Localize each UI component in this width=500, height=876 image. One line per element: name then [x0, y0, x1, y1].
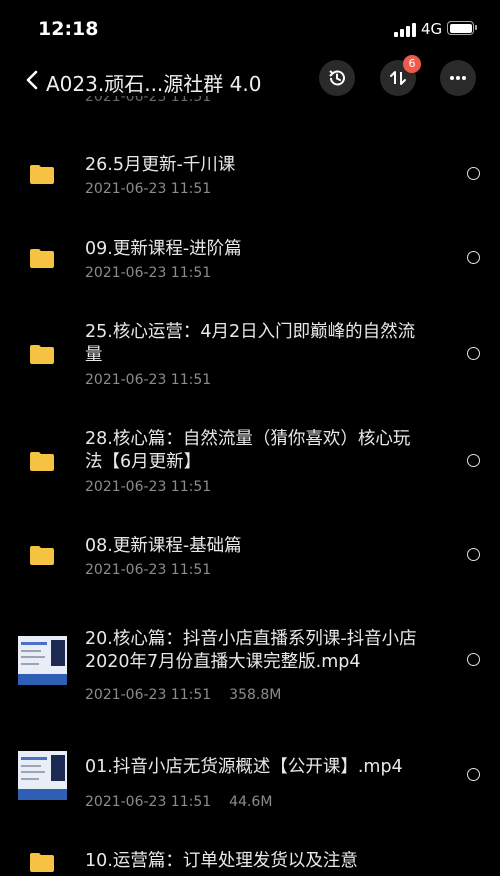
video-thumbnail-icon	[18, 636, 67, 685]
item-meta: 2021-06-23 11:51	[85, 372, 211, 388]
item-meta: 2021-06-23 11:51	[85, 479, 211, 495]
status-bar: 12:18 4G	[0, 0, 500, 56]
folder-icon	[30, 249, 54, 268]
item-date: 2021-06-23 11:51	[85, 794, 212, 810]
folder-icon	[30, 853, 54, 872]
select-radio[interactable]	[467, 548, 480, 561]
select-radio[interactable]	[467, 347, 480, 360]
item-date: 2021-06-23 11:51	[85, 479, 212, 495]
folder-icon	[29, 852, 55, 872]
folder-icon	[29, 248, 55, 268]
item-date: 2021-06-23 11:51	[85, 372, 212, 388]
select-radio[interactable]	[467, 167, 480, 180]
signal-icon	[394, 23, 418, 37]
history-icon	[329, 70, 345, 86]
item-date: 2021-06-23 11:51	[85, 181, 212, 197]
item-meta: 2021-06-23 11:51	[85, 265, 211, 281]
battery-icon	[447, 21, 477, 35]
select-radio[interactable]	[467, 251, 480, 264]
item-meta: 2021-06-23 11:51	[85, 562, 211, 578]
folder-icon	[29, 545, 55, 565]
select-radio[interactable]	[467, 768, 480, 781]
select-radio[interactable]	[467, 454, 480, 467]
network-type: 4G	[421, 20, 443, 38]
item-date: 2021-06-23 11:51	[85, 687, 212, 703]
video-thumbnail	[18, 636, 67, 685]
transfer-count-badge: 6	[403, 55, 421, 73]
more-icon	[450, 76, 466, 80]
item-name: 28.核心篇：自然流量（猜你喜欢）核心玩法【6月更新】	[85, 429, 411, 472]
item-meta: 2021-06-23 11:51 358.8M	[85, 687, 281, 703]
folder-icon	[30, 546, 54, 565]
sort-icon	[390, 71, 406, 85]
select-radio[interactable]	[467, 653, 480, 666]
item-name: 08.更新课程-基础篇	[85, 536, 242, 556]
item-name: 01.抖音小店无货源概述【公开课】.mp4	[85, 757, 403, 777]
item-name: 09.更新课程-进阶篇	[85, 239, 242, 259]
item-size: 358.8M	[229, 687, 282, 703]
more-button[interactable]	[440, 60, 476, 96]
folder-icon	[29, 451, 55, 471]
previous-item-date: 2021-06-23 11:51	[85, 96, 212, 105]
folder-icon	[30, 345, 54, 364]
page-title: A023.顽石...源社群 4.0	[46, 72, 262, 96]
item-size: 44.6M	[229, 794, 273, 810]
item-meta: 2021-06-23 11:51 44.6M	[85, 794, 272, 810]
back-button[interactable]	[22, 68, 44, 92]
folder-icon	[30, 165, 54, 184]
item-meta: 2021-06-23 11:51	[85, 181, 211, 197]
folder-icon	[29, 164, 55, 184]
video-thumbnail	[18, 751, 67, 800]
item-date: 2021-06-23 11:51	[85, 562, 212, 578]
item-name: 20.核心篇：抖音小店直播系列课-抖音小店2020年7月份直播大课完整版.mp4	[85, 629, 417, 672]
folder-icon	[30, 452, 54, 471]
video-thumbnail-icon	[18, 751, 67, 800]
status-time: 12:18	[38, 18, 99, 40]
item-name: 26.5月更新-千川课	[85, 155, 236, 175]
item-date: 2021-06-23 11:51	[85, 265, 212, 281]
chevron-left-icon	[26, 70, 38, 90]
item-name: 25.核心运营：4月2日入门即巅峰的自然流量	[85, 322, 416, 365]
history-button[interactable]	[319, 60, 355, 96]
folder-icon	[29, 344, 55, 364]
nav-bar: A023.顽石...源社群 4.0	[0, 56, 500, 106]
item-name: 10.运营篇：订单处理发货以及注意	[85, 851, 358, 871]
